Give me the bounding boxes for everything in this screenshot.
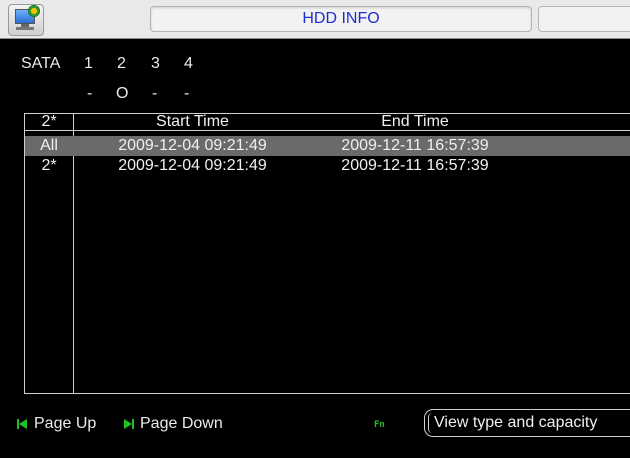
table-header-start-time: Start Time [156, 113, 229, 130]
table-header-channel[interactable]: 2* [25, 112, 73, 132]
page-up-label: Page Up [34, 415, 97, 432]
page-down-label: Page Down [140, 415, 223, 432]
view-type-capacity-button[interactable]: View type and capacity [424, 409, 630, 437]
sata-disk-3-status: - [152, 85, 158, 102]
skip-forward-icon [124, 419, 134, 429]
table-row-2-end-time[interactable]: 2009-12-11 16:57:39 [320, 156, 510, 176]
table-row-1-channel[interactable]: All [25, 136, 73, 156]
sata-disk-2-number: 2 [117, 55, 126, 72]
sata-disk-1-status: - [87, 85, 93, 102]
sata-disk-3-number: 3 [151, 55, 160, 72]
table-header-end-time: End Time [381, 113, 449, 130]
skip-back-icon [17, 419, 27, 429]
title-bar: HDD INFO [0, 0, 630, 39]
sata-disk-4-status: - [184, 85, 190, 102]
table-row-1-end-time[interactable]: 2009-12-11 16:57:39 [320, 136, 510, 156]
sata-disk-2-status: O [116, 85, 129, 102]
sata-disk-1-number: 1 [84, 55, 93, 72]
table-row-1-start-time[interactable]: 2009-12-04 09:21:49 [100, 136, 285, 156]
fn-key-icon: Fn [374, 420, 385, 430]
window-title: HDD INFO [150, 6, 532, 32]
table-row-2-start-time[interactable]: 2009-12-04 09:21:49 [100, 156, 285, 176]
sata-label: SATA [21, 55, 61, 72]
table-row-2-channel[interactable]: 2* [25, 156, 73, 176]
sata-disk-4-number: 4 [184, 55, 193, 72]
computer-settings-icon [8, 4, 44, 36]
title-bar-right-panel [538, 6, 630, 32]
